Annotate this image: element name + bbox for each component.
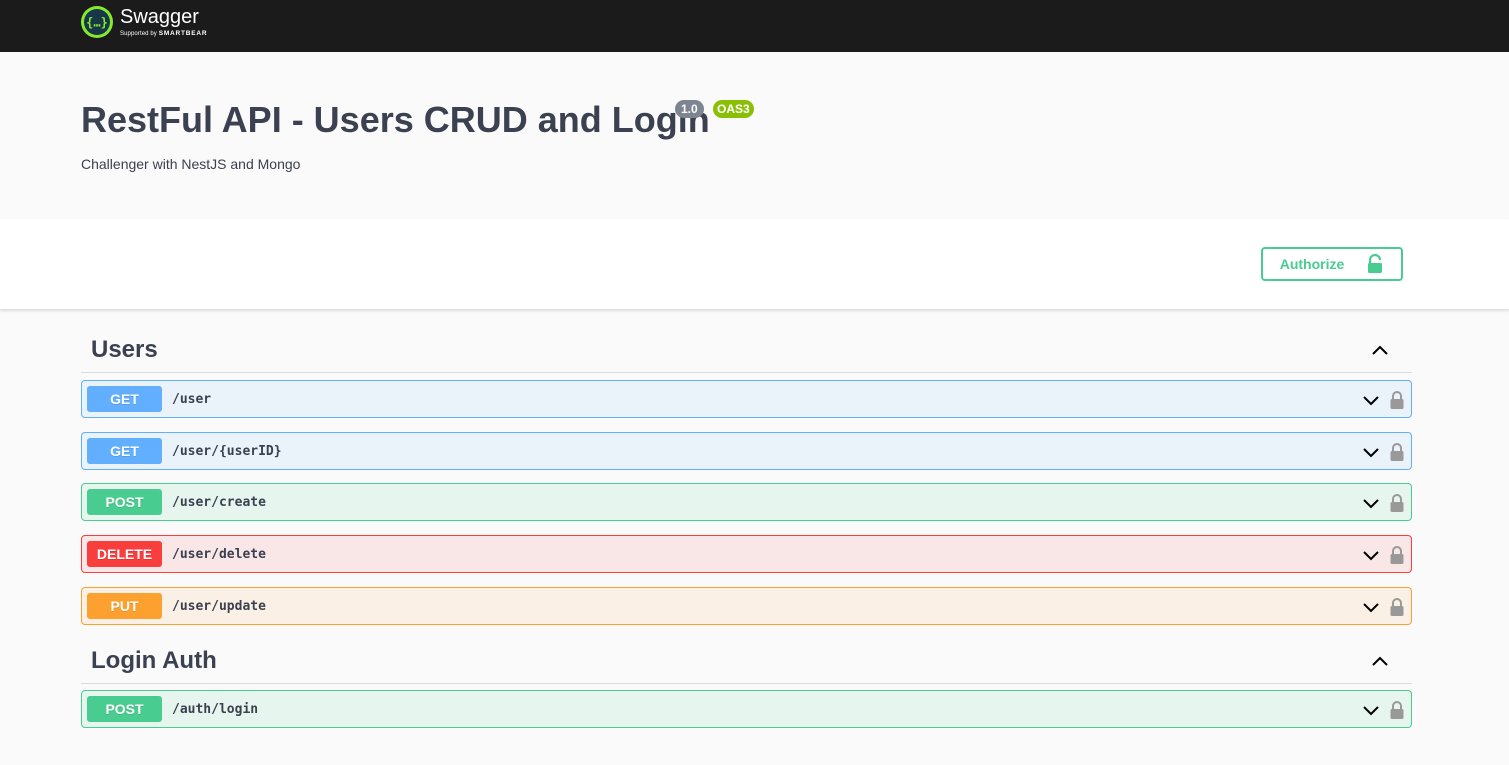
- lock-icon[interactable]: [1389, 442, 1405, 462]
- opblock-get-user-by-id[interactable]: GET /user/{userID}: [81, 432, 1412, 470]
- api-description: Challenger with NestJS and Mongo: [81, 156, 301, 172]
- method-badge: POST: [87, 489, 162, 515]
- swagger-brand-link[interactable]: {…} Swagger Supported by SMARTBEAR: [81, 6, 207, 42]
- chevron-up-icon: [1372, 345, 1388, 355]
- chevron-down-icon[interactable]: [1361, 493, 1381, 513]
- swagger-logo-icon: {…}: [81, 6, 113, 38]
- method-badge: GET: [87, 386, 162, 412]
- endpoint-path: /user: [172, 391, 212, 407]
- chevron-down-icon[interactable]: [1361, 545, 1381, 565]
- op-controls: [1361, 390, 1405, 410]
- endpoint-path: /auth/login: [172, 701, 259, 717]
- method-badge: DELETE: [87, 541, 162, 567]
- opblock-post-auth-login[interactable]: POST /auth/login: [81, 690, 1412, 728]
- op-controls: [1361, 442, 1405, 462]
- op-controls: [1361, 597, 1405, 617]
- lock-icon[interactable]: [1389, 545, 1405, 565]
- opblock-post-user-create[interactable]: POST /user/create: [81, 483, 1412, 521]
- unlock-icon: [1368, 254, 1383, 273]
- op-controls: [1361, 545, 1405, 565]
- oas-badge: OAS3: [713, 100, 754, 118]
- scheme-container: Authorize: [0, 219, 1509, 310]
- method-badge: POST: [87, 696, 162, 722]
- lock-icon[interactable]: [1389, 597, 1405, 617]
- page-title: RestFul API - Users CRUD and Login: [81, 99, 710, 140]
- lock-icon[interactable]: [1389, 700, 1405, 720]
- tag-header-users[interactable]: Users: [81, 327, 1412, 373]
- api-info: RestFul API - Users CRUD and Login 1.0 O…: [0, 52, 1509, 219]
- method-badge: PUT: [87, 593, 162, 619]
- opblock-get-user[interactable]: GET /user: [81, 380, 1412, 418]
- svg-text:{…}: {…}: [86, 16, 108, 30]
- brand-name: Swagger: [120, 6, 199, 28]
- endpoint-path: /user/{userID}: [172, 443, 282, 459]
- authorize-button[interactable]: Authorize: [1261, 247, 1403, 281]
- chevron-down-icon[interactable]: [1361, 700, 1381, 720]
- brand-text: Swagger Supported by SMARTBEAR: [120, 6, 207, 39]
- lock-icon[interactable]: [1389, 390, 1405, 410]
- op-controls: [1361, 493, 1405, 513]
- chevron-down-icon[interactable]: [1361, 442, 1381, 462]
- brand-sub-company: SMARTBEAR: [158, 30, 208, 37]
- lock-icon[interactable]: [1389, 493, 1405, 513]
- topbar: {…} Swagger Supported by SMARTBEAR: [0, 0, 1509, 52]
- chevron-down-icon[interactable]: [1361, 597, 1381, 617]
- method-badge: GET: [87, 438, 162, 464]
- chevron-up-icon: [1372, 656, 1388, 666]
- version-badge: 1.0: [675, 100, 704, 118]
- tag-name-users: Users: [91, 335, 158, 363]
- op-controls: [1361, 700, 1405, 720]
- chevron-down-icon[interactable]: [1361, 390, 1381, 410]
- opblock-put-user-update[interactable]: PUT /user/update: [81, 587, 1412, 625]
- endpoint-path: /user/update: [172, 598, 266, 614]
- brand-subtitle: Supported by SMARTBEAR: [120, 29, 207, 39]
- authorize-label: Authorize: [1279, 256, 1345, 272]
- tag-section-users: Users GET /user GET /user/{userID} POST …: [81, 327, 1412, 625]
- tag-section-login-auth: Login Auth POST /auth/login: [81, 638, 1412, 728]
- tag-header-login-auth[interactable]: Login Auth: [81, 638, 1412, 684]
- endpoint-path: /user/delete: [172, 546, 266, 562]
- brand-sub-prefix: Supported by: [120, 31, 157, 37]
- opblock-delete-user[interactable]: DELETE /user/delete: [81, 535, 1412, 573]
- tag-name-login-auth: Login Auth: [91, 646, 217, 674]
- endpoint-path: /user/create: [172, 494, 266, 510]
